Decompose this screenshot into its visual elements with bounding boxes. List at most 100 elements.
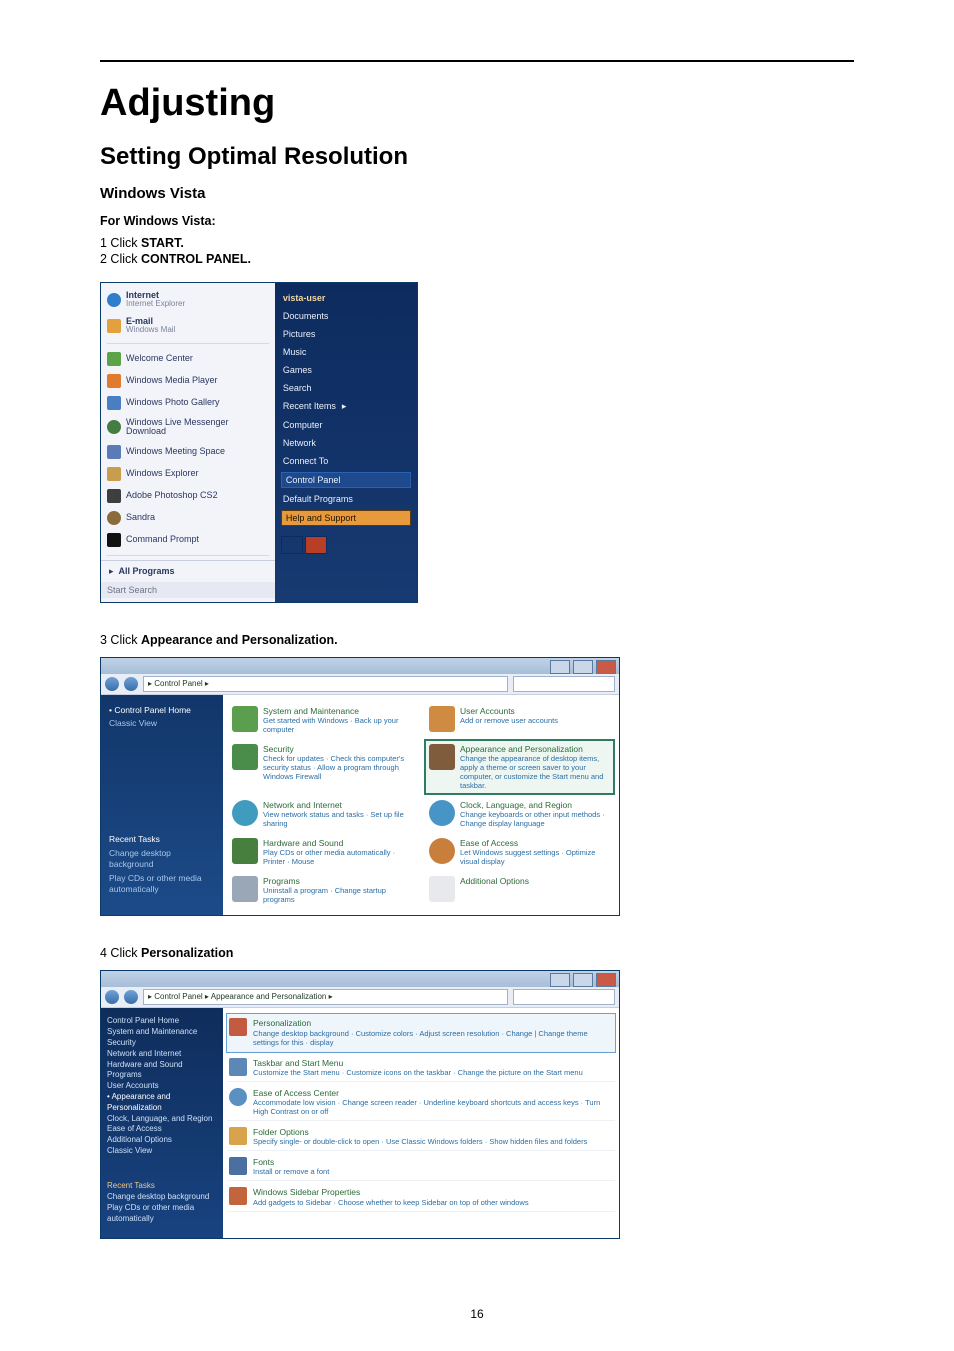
start-app-wmp[interactable]: Windows Media Player xyxy=(101,370,275,392)
side-classic-view[interactable]: Classic View xyxy=(109,718,215,729)
side-link-current[interactable]: • Appearance and Personalization xyxy=(107,1092,217,1114)
start-all-programs[interactable]: ▸ All Programs xyxy=(101,560,275,582)
start-user-name[interactable]: vista-user xyxy=(281,291,411,305)
cp-category[interactable]: Clock, Language, and RegionChange keyboa… xyxy=(426,797,613,831)
item-links: Specify single- or double-click to open … xyxy=(253,1137,587,1146)
side-recent-link[interactable]: Play CDs or other media automatically xyxy=(107,1203,217,1225)
start-right-computer[interactable]: Computer xyxy=(281,418,411,432)
start-app-internet[interactable]: Internet Internet Explorer xyxy=(101,287,275,313)
ap-item[interactable]: Windows Sidebar PropertiesAdd gadgets to… xyxy=(227,1183,615,1211)
cp-category[interactable]: Network and InternetView network status … xyxy=(229,797,416,831)
category-links: Check for updates · Check this computer'… xyxy=(263,754,413,781)
side-link[interactable]: User Accounts xyxy=(107,1081,217,1092)
ap-item[interactable]: FontsInstall or remove a font xyxy=(227,1153,615,1181)
start-right-recent[interactable]: Recent Items▸ xyxy=(281,399,411,414)
category-icon xyxy=(429,876,455,902)
category-links: Let Windows suggest settings · Optimize … xyxy=(460,848,610,866)
start-app-photo[interactable]: Windows Photo Gallery xyxy=(101,392,275,414)
forward-button[interactable] xyxy=(124,677,138,691)
power-button[interactable] xyxy=(305,536,327,554)
item-title: Fonts xyxy=(253,1157,329,1167)
start-right-pictures[interactable]: Pictures xyxy=(281,327,411,341)
minimize-button[interactable] xyxy=(550,973,570,987)
meeting-space-icon xyxy=(107,445,121,459)
start-app-photoshop[interactable]: Adobe Photoshop CS2 xyxy=(101,485,275,507)
start-right-games[interactable]: Games xyxy=(281,363,411,377)
category-links: Uninstall a program · Change startup pro… xyxy=(263,886,413,904)
start-app-sandra[interactable]: Sandra xyxy=(101,507,275,529)
close-button[interactable] xyxy=(596,660,616,674)
side-recent-link[interactable]: Change desktop background xyxy=(109,848,215,871)
search-input[interactable] xyxy=(513,676,615,692)
ap-item[interactable]: Folder OptionsSpecify single- or double-… xyxy=(227,1123,615,1151)
item-icon xyxy=(229,1127,247,1145)
side-link[interactable]: Additional Options xyxy=(107,1135,217,1146)
side-link[interactable]: Hardware and Sound xyxy=(107,1060,217,1071)
item-icon xyxy=(229,1058,247,1076)
maximize-button[interactable] xyxy=(573,660,593,674)
cp-category[interactable]: Hardware and SoundPlay CDs or other medi… xyxy=(229,835,416,869)
cp-category[interactable]: Ease of AccessLet Windows suggest settin… xyxy=(426,835,613,869)
side-link[interactable]: Control Panel Home xyxy=(107,1016,217,1027)
category-icon xyxy=(429,744,455,770)
screenshot-appearance-personalization: ▸ Control Panel ▸ Appearance and Persona… xyxy=(100,970,620,1239)
ap-item[interactable]: Taskbar and Start MenuCustomize the Star… xyxy=(227,1054,615,1082)
side-link[interactable]: Clock, Language, and Region xyxy=(107,1114,217,1125)
forward-button[interactable] xyxy=(124,990,138,1004)
side-recent-heading: Recent Tasks xyxy=(107,1181,217,1192)
start-right-network[interactable]: Network xyxy=(281,436,411,450)
address-bar[interactable]: ▸ Control Panel ▸ Appearance and Persona… xyxy=(143,989,508,1005)
category-title: User Accounts xyxy=(460,706,558,716)
start-app-welcome[interactable]: Welcome Center xyxy=(101,348,275,370)
start-right-connect[interactable]: Connect To xyxy=(281,454,411,468)
step-4: 4 Click Personalization xyxy=(100,946,854,960)
category-title: Appearance and Personalization xyxy=(460,744,610,754)
start-app-messenger[interactable]: Windows Live Messenger Download xyxy=(101,414,275,441)
search-input[interactable] xyxy=(513,989,615,1005)
side-link[interactable]: Security xyxy=(107,1038,217,1049)
back-button[interactable] xyxy=(105,990,119,1004)
start-right-documents[interactable]: Documents xyxy=(281,309,411,323)
minimize-button[interactable] xyxy=(550,660,570,674)
photo-gallery-icon xyxy=(107,396,121,410)
page-h3: Windows Vista xyxy=(100,185,854,202)
category-icon xyxy=(232,876,258,902)
side-recent-link[interactable]: Change desktop background xyxy=(107,1192,217,1203)
side-link[interactable]: Ease of Access xyxy=(107,1124,217,1135)
start-app-meeting[interactable]: Windows Meeting Space xyxy=(101,441,275,463)
side-link[interactable]: Classic View xyxy=(107,1146,217,1157)
cp-category[interactable]: ProgramsUninstall a program · Change sta… xyxy=(229,873,416,907)
maximize-button[interactable] xyxy=(573,973,593,987)
side-link[interactable]: System and Maintenance xyxy=(107,1027,217,1038)
sandra-icon xyxy=(107,511,121,525)
cp-category[interactable]: User AccountsAdd or remove user accounts xyxy=(426,703,613,737)
item-icon xyxy=(229,1157,247,1175)
start-right-help[interactable]: Help and Support xyxy=(281,510,411,526)
cmd-icon xyxy=(107,533,121,547)
step-1: 1 Click START. xyxy=(100,236,854,250)
ap-item[interactable]: PersonalizationChange desktop background… xyxy=(227,1014,615,1051)
side-recent-link[interactable]: Play CDs or other media automatically xyxy=(109,873,215,896)
cp-category[interactable]: Appearance and PersonalizationChange the… xyxy=(426,741,613,793)
start-right-search[interactable]: Search xyxy=(281,381,411,395)
ap-item[interactable]: Ease of Access CenterAccommodate low vis… xyxy=(227,1084,615,1121)
start-app-cmd[interactable]: Command Prompt xyxy=(101,529,275,551)
close-button[interactable] xyxy=(596,973,616,987)
start-app-explorer[interactable]: Windows Explorer xyxy=(101,463,275,485)
start-right-default-programs[interactable]: Default Programs xyxy=(281,492,411,506)
start-right-music[interactable]: Music xyxy=(281,345,411,359)
start-app-email[interactable]: E-mail Windows Mail xyxy=(101,313,275,339)
side-link[interactable]: Network and Internet xyxy=(107,1049,217,1060)
category-title: Clock, Language, and Region xyxy=(460,800,610,810)
address-bar[interactable]: ▸ Control Panel ▸ xyxy=(143,676,508,692)
sleep-button[interactable] xyxy=(281,536,303,554)
start-right-control-panel[interactable]: Control Panel xyxy=(281,472,411,488)
cp-category[interactable]: SecurityCheck for updates · Check this c… xyxy=(229,741,416,793)
side-link[interactable]: Programs xyxy=(107,1070,217,1081)
cp-category[interactable]: Additional Options xyxy=(426,873,613,907)
item-title: Windows Sidebar Properties xyxy=(253,1187,529,1197)
cp-category[interactable]: System and MaintenanceGet started with W… xyxy=(229,703,416,737)
item-links: Accommodate low vision · Change screen r… xyxy=(253,1098,613,1116)
back-button[interactable] xyxy=(105,677,119,691)
search-input[interactable]: Start Search xyxy=(107,585,157,595)
